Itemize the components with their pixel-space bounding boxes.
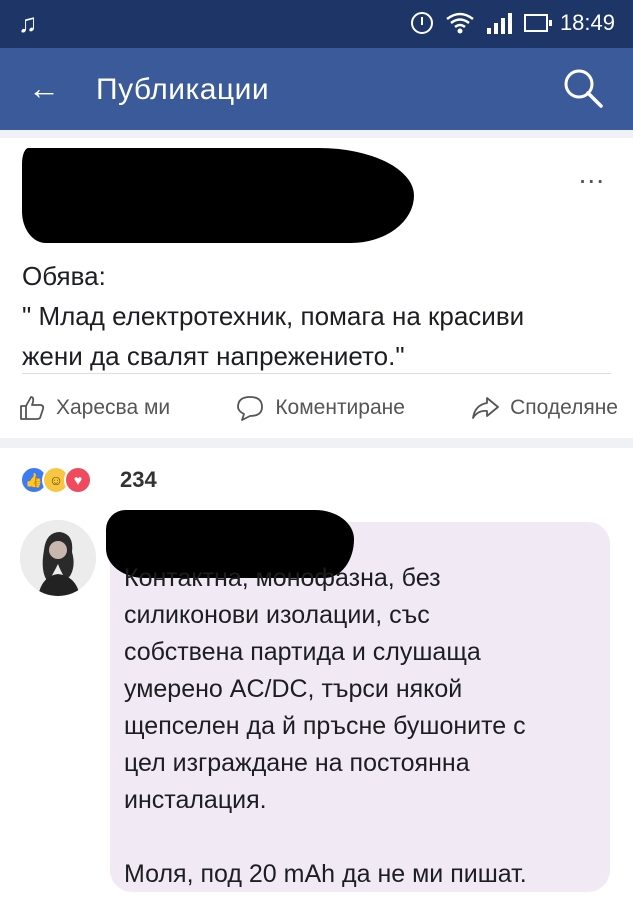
share-button[interactable]: Споделяне	[470, 394, 618, 422]
share-arrow-icon	[470, 394, 500, 422]
post-card: ... Обява: " Млад електротехник, помага …	[0, 138, 633, 438]
reactions-bar[interactable]: 👍 ☺ ♥ 234	[0, 448, 633, 510]
love-reaction-icon: ♥	[64, 466, 92, 494]
signal-icon	[486, 12, 512, 34]
status-time: 18:49	[559, 10, 615, 35]
comment-bubble-icon	[235, 394, 265, 422]
music-note-icon: ♫	[18, 8, 38, 38]
arrow-left-icon[interactable]: ←	[28, 68, 60, 108]
post-actions: Харесва ми Коментиране Споделяне	[18, 388, 618, 428]
comments-section: Контактна, монофазна, без силиконови изо…	[0, 510, 633, 903]
search-icon[interactable]	[561, 66, 605, 110]
more-options-button[interactable]: ...	[579, 158, 605, 190]
alarm-icon	[410, 12, 433, 34]
page-title: Публикации	[96, 73, 270, 106]
status-icons: 18:49	[410, 10, 615, 36]
thumbs-up-icon	[18, 394, 46, 422]
battery-icon	[523, 14, 552, 32]
app-bar: ← Публикации	[0, 48, 633, 130]
reaction-count: 234	[120, 467, 157, 492]
post-body: Обява: " Млад електротехник, помага на к…	[22, 256, 612, 376]
avatar[interactable]	[20, 520, 96, 596]
reaction-icons: 👍 ☺ ♥	[20, 466, 92, 494]
post-text-line: жени да свалят напрежението."	[22, 341, 405, 371]
wifi-icon	[445, 11, 475, 35]
comment-label: Коментиране	[275, 396, 405, 419]
redacted-author	[22, 148, 414, 243]
share-label: Споделяне	[510, 396, 618, 419]
comment-text: Контактна, монофазна, без силиконови изо…	[124, 564, 527, 888]
like-button[interactable]: Харесва ми	[18, 394, 170, 422]
like-label: Харесва ми	[56, 396, 171, 419]
comment-button[interactable]: Коментиране	[235, 394, 405, 422]
post-text-line: " Млад електротехник, помага на красиви	[22, 301, 525, 331]
status-bar: ♫ 18:49	[0, 0, 633, 48]
divider	[22, 373, 611, 374]
post-text-line: Обява:	[22, 261, 106, 291]
